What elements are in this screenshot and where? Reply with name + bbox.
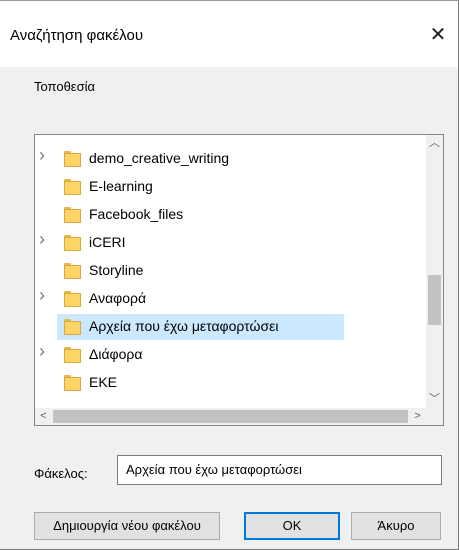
close-icon[interactable]: ✕ [424,21,452,49]
scroll-down-arrow-icon[interactable]: ﹀ [426,391,443,408]
title-bar: Αναζήτηση φακέλου ✕ [0,1,458,67]
horizontal-scrollbar[interactable]: < > [35,408,426,425]
chevron-right-icon[interactable]: › [39,230,51,248]
folder-icon [64,263,81,279]
vertical-scroll-thumb[interactable] [428,275,441,325]
folder-tree-item[interactable]: Αρχεία που έχω μεταφορτώσει [35,313,423,341]
ok-button[interactable]: OK [244,512,340,540]
folder-tree-item-label: Facebook_files [89,206,184,222]
folder-tree-item-label: Αρχεία που έχω μεταφορτώσει [89,318,279,334]
folder-field-label: Φάκελος: [34,466,88,481]
folder-icon [64,319,81,335]
vertical-scrollbar[interactable]: ︿ ﹀ [426,135,443,408]
horizontal-scroll-thumb[interactable] [53,410,408,423]
folder-icon [64,235,81,251]
folder-icon [64,291,81,307]
folder-tree-item-label: iCERI [89,234,126,250]
folder-tree-item[interactable]: › demo_creative_writing [35,145,423,173]
folder-tree-item-label: E-learning [89,178,153,194]
dialog-title: Αναζήτηση φακέλου [10,27,144,44]
folder-tree-item-label: demo_creative_writing [89,150,230,166]
folder-icon [64,375,81,391]
folder-icon [64,207,81,223]
folder-tree-item[interactable]: › Αναφορά [35,285,423,313]
folder-tree-item[interactable]: › Διάφορα [35,341,423,369]
location-label: Τοποθεσία [34,79,96,94]
folder-icon [64,347,81,363]
folder-tree-item-label: ΕΚΕ [89,374,118,390]
folder-tree-item-label: Αναφορά [89,290,147,306]
browse-folder-dialog: Αναζήτηση φακέλου ✕ Τοποθεσία › demo_crea… [0,0,459,550]
folder-tree[interactable]: › demo_creative_writing E-learning Facebook… [34,134,444,426]
folder-tree-item[interactable]: ΕΚΕ [35,369,423,397]
folder-tree-item-label: Διάφορα [89,346,143,362]
folder-icon [64,179,81,195]
scroll-up-arrow-icon[interactable]: ︿ [426,135,443,152]
chevron-right-icon[interactable]: › [39,342,51,360]
scroll-right-arrow-icon[interactable]: > [409,408,426,425]
folder-tree-item[interactable]: E-learning [35,173,423,201]
cancel-button[interactable]: Άκυρο [351,512,441,540]
folder-name-input[interactable]: Αρχεία που έχω μεταφορτώσει [117,455,442,485]
new-folder-button[interactable]: Δημιουργία νέου φακέλου [34,512,220,540]
chevron-right-icon[interactable]: › [39,286,51,304]
scrollbar-corner [426,408,443,425]
folder-tree-item[interactable]: Facebook_files [35,201,423,229]
scroll-left-arrow-icon[interactable]: < [35,408,52,425]
folder-tree-item[interactable]: Storyline [35,257,423,285]
folder-tree-item-label: Storyline [89,262,144,278]
folder-icon [64,151,81,167]
chevron-right-icon[interactable]: › [39,146,51,164]
folder-tree-item[interactable]: › iCERI [35,229,423,257]
